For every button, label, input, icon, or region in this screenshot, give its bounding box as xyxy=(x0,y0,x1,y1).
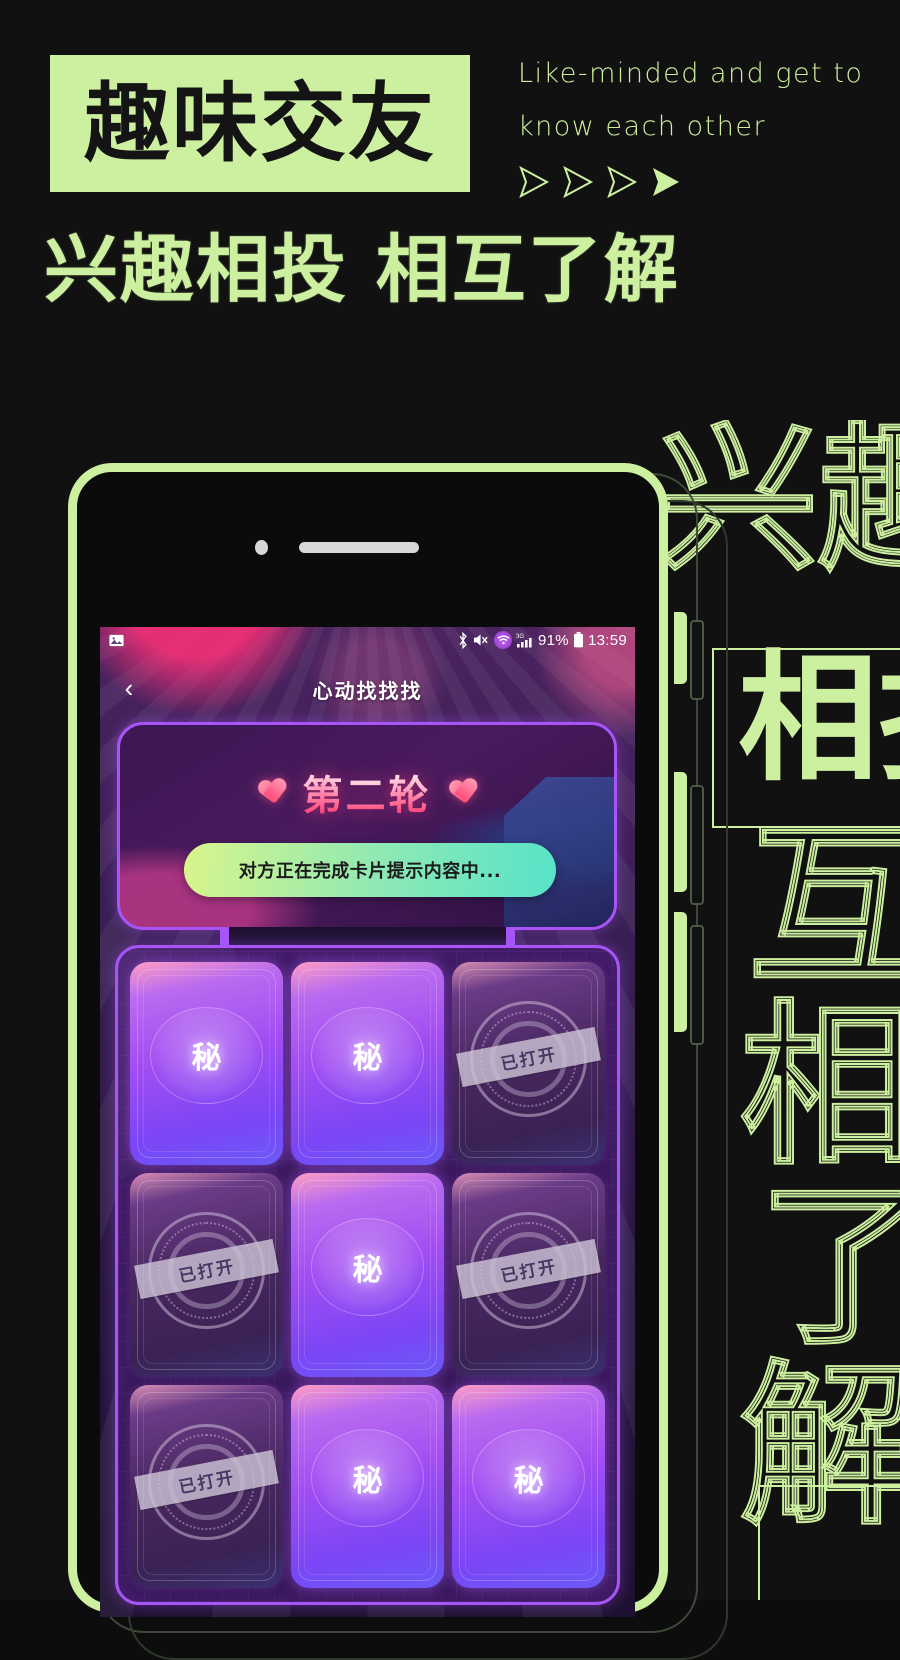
volume-down-button[interactable] xyxy=(674,912,687,1032)
signal-3g-icon: 3G xyxy=(516,634,532,648)
volume-up-button[interactable] xyxy=(674,772,687,892)
opened-label: 已打开 xyxy=(177,1255,237,1287)
bluetooth-icon xyxy=(459,631,467,649)
card-8[interactable]: 秘 xyxy=(291,1384,444,1588)
card-5[interactable]: 秘 xyxy=(291,1173,444,1377)
secret-label: 秘 xyxy=(352,1252,383,1288)
opened-stamp-ribbon: 已打开 xyxy=(455,1027,602,1088)
arrow-row xyxy=(516,165,684,199)
round-banner: 第二轮 对方正在完成卡片提示内容中... xyxy=(117,722,617,930)
secret-label: 秘 xyxy=(191,1041,222,1077)
opened-stamp-icon: 已打开 xyxy=(455,1000,602,1118)
card-3[interactable]: 已打开 xyxy=(452,962,605,1166)
heart-icon-left xyxy=(257,778,286,805)
decor-box-2 xyxy=(758,1485,900,1600)
opened-stamp-ribbon: 已打开 xyxy=(455,1238,602,1299)
opened-label: 已打开 xyxy=(177,1467,237,1498)
battery-icon xyxy=(573,632,583,648)
opened-label: 已打开 xyxy=(499,1255,559,1287)
phone-mockup: 3G 91% 13:59 ‹ 心动找找找 第二轮 对方正在完成卡片提示内容中..… xyxy=(60,455,728,1660)
card-grid: 秘 秘 已打开 已打开 秘 已打开 已打开 秘 秘 xyxy=(118,948,617,1602)
chevron-right-outline-icon-2 xyxy=(563,165,594,199)
secret-label: 秘 xyxy=(513,1463,544,1499)
phone-screen: 3G 91% 13:59 ‹ 心动找找找 第二轮 对方正在完成卡片提示内容中..… xyxy=(100,627,635,1617)
card-9[interactable]: 秘 xyxy=(452,1384,605,1588)
heart-icon-right xyxy=(448,778,477,805)
chevron-right-filled-icon xyxy=(653,168,679,196)
power-button[interactable] xyxy=(674,612,687,684)
headline-chinese: 兴趣相投 相互了解 xyxy=(44,227,680,313)
decor-char-le: 了 xyxy=(757,1166,900,1369)
decor-char-hu: 互 xyxy=(747,806,900,1009)
chevron-right-outline-icon-3 xyxy=(607,165,638,199)
earpiece-speaker-icon xyxy=(299,542,419,553)
chevron-right-outline-icon-1 xyxy=(519,165,550,199)
phone-body: 3G 91% 13:59 ‹ 心动找找找 第二轮 对方正在完成卡片提示内容中..… xyxy=(68,463,687,1617)
front-camera-icon xyxy=(255,540,268,555)
subtitle-english: Like-minded and get to know each other xyxy=(518,58,864,142)
card-2[interactable]: 秘 xyxy=(291,962,444,1166)
secret-label: 秘 xyxy=(352,1041,383,1077)
battery-percent-label: 91% xyxy=(538,631,569,649)
card-1[interactable]: 秘 xyxy=(130,962,283,1166)
card-6[interactable]: 已打开 xyxy=(452,1173,605,1377)
phone-ghost-button-1 xyxy=(690,620,704,700)
opened-stamp-ribbon: 已打开 xyxy=(133,1238,280,1299)
svg-text:3G: 3G xyxy=(516,634,524,640)
card-grid-panel: 秘 秘 已打开 已打开 秘 已打开 已打开 秘 秘 xyxy=(115,945,620,1605)
opened-stamp-icon: 已打开 xyxy=(133,1423,280,1540)
page-title: 趣味交友 xyxy=(84,73,436,174)
card-7[interactable]: 已打开 xyxy=(130,1384,283,1588)
status-hint-text: 对方正在完成卡片提示内容中... xyxy=(238,861,502,882)
header-block: 趣味交友 Like-minded and get to know each ot… xyxy=(0,0,900,360)
status-icons-group: 3G 91% 13:59 xyxy=(457,631,627,649)
round-title-row: 第二轮 xyxy=(120,763,614,821)
opened-stamp-icon: 已打开 xyxy=(133,1212,280,1329)
secret-label: 秘 xyxy=(352,1463,383,1499)
decor-char-xiangtou: 相投 xyxy=(738,638,900,801)
phone-ghost-button-2 xyxy=(690,785,704,905)
app-title-bar: ‹ 心动找找找 xyxy=(100,665,635,713)
card-4[interactable]: 已打开 xyxy=(130,1173,283,1377)
status-bar: 3G 91% 13:59 xyxy=(100,627,635,653)
phone-ghost-button-3 xyxy=(690,925,704,1045)
wifi-icon xyxy=(494,631,513,649)
status-time: 13:59 xyxy=(587,631,627,649)
opened-stamp-icon: 已打开 xyxy=(455,1212,602,1329)
round-label: 第二轮 xyxy=(303,763,432,821)
mute-icon xyxy=(473,634,488,646)
opened-stamp-ribbon: 已打开 xyxy=(133,1449,280,1511)
decor-char-jie: 解 xyxy=(739,1346,900,1549)
app-title: 心动找找找 xyxy=(312,678,423,703)
decor-box-1 xyxy=(712,648,900,828)
decor-char-xiang: 相 xyxy=(739,986,900,1189)
image-icon xyxy=(109,634,124,646)
back-button[interactable]: ‹ xyxy=(114,673,144,703)
opened-label: 已打开 xyxy=(499,1044,559,1076)
status-hint-pill[interactable]: 对方正在完成卡片提示内容中... xyxy=(184,843,556,897)
